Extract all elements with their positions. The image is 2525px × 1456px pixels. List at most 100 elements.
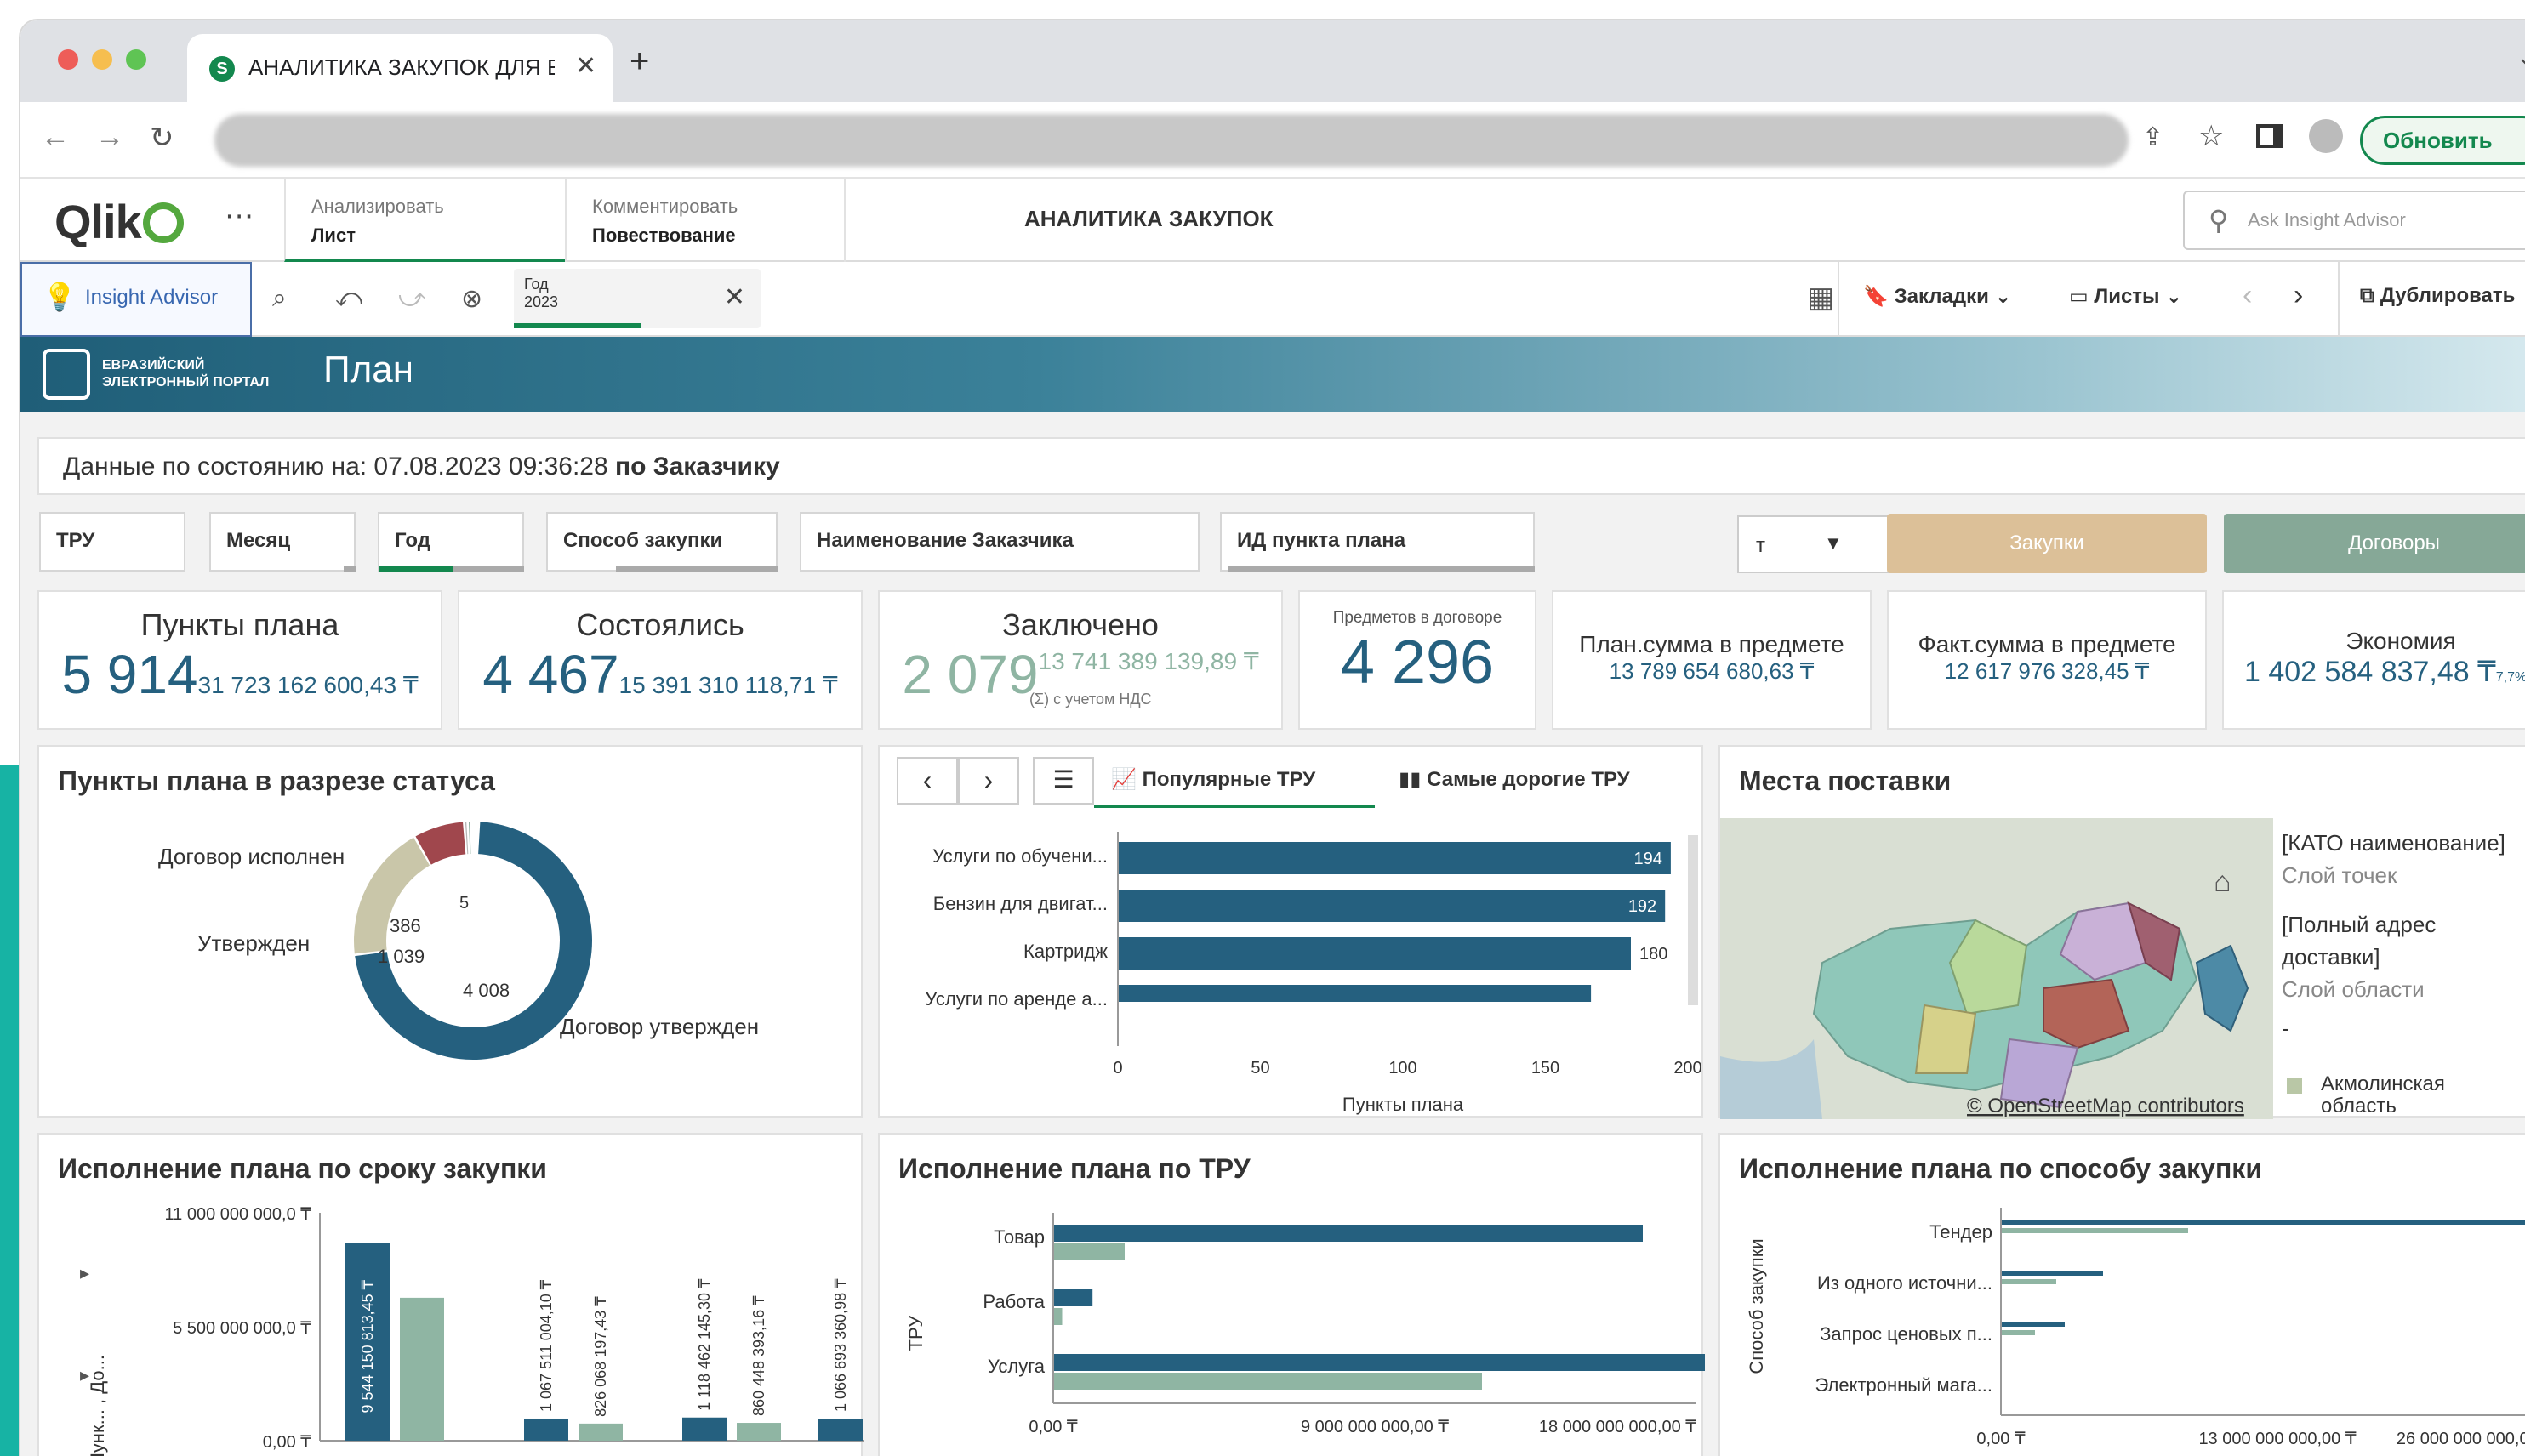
bookmark-star-icon[interactable]: ☆ xyxy=(2198,119,2224,153)
filter-month[interactable]: Месяц xyxy=(209,512,356,572)
expand-icon: ▸ xyxy=(80,1262,89,1283)
bar[interactable] xyxy=(1053,1243,1125,1260)
filter-customer[interactable]: Наименование Заказчика xyxy=(800,512,1200,572)
page-banner: ЕВРАЗИЙСКИЙ ЭЛЕКТРОННЫЙ ПОРТАЛ План xyxy=(20,337,2525,412)
bar[interactable] xyxy=(1053,1289,1093,1306)
bar[interactable] xyxy=(1053,1373,1482,1390)
sheets-button[interactable]: ▭ Листы ⌄ xyxy=(2069,284,2182,309)
insight-search-input[interactable]: Ask Insight Advisor xyxy=(2183,191,2525,250)
duplicate-button[interactable]: ⧉ Дублировать xyxy=(2360,284,2515,308)
category-label: Из одного источни... xyxy=(1817,1272,1992,1294)
scrollbar[interactable] xyxy=(1688,835,1698,1005)
slice-label: 386 xyxy=(390,915,421,936)
map[interactable]: ⌂ © OpenStreetMap contributors xyxy=(1720,818,2273,1119)
chevron-left-icon[interactable]: ‹ xyxy=(897,757,958,805)
bar[interactable] xyxy=(1118,937,1631,970)
url-field[interactable] xyxy=(214,114,2129,167)
clear-selections-icon[interactable]: ⊗ xyxy=(461,284,482,314)
donut-slice[interactable] xyxy=(469,822,471,855)
filter-method[interactable]: Способ закупки xyxy=(546,512,778,572)
filter-tru[interactable]: ТРУ xyxy=(39,512,185,572)
category-label: Работа xyxy=(983,1291,1045,1312)
back-icon[interactable]: ← xyxy=(41,121,70,154)
bookmarks-button[interactable]: 🔖 Закладки ⌄ xyxy=(1863,284,2012,309)
method-chart[interactable]: Способ закупки Тендер Из одного источни...… xyxy=(1720,1194,2525,1456)
bar[interactable] xyxy=(682,1417,727,1441)
selection-chip-year[interactable]: Год 2023 ✕ xyxy=(514,269,761,328)
tab-popular-tru[interactable]: 📈 Популярные ТРУ xyxy=(1094,754,1375,808)
bar[interactable] xyxy=(2001,1279,2056,1284)
address-bar-row: ← → ↻ ⇪ ☆ Обновить xyxy=(20,102,2525,179)
bar[interactable] xyxy=(1118,985,1592,1002)
bar[interactable] xyxy=(400,1297,444,1441)
legend-item: Акмолинская область xyxy=(2321,1073,2445,1118)
new-tab-button[interactable]: + xyxy=(630,43,649,81)
map-attribution[interactable]: © OpenStreetMap contributors xyxy=(1967,1095,2244,1118)
region-shape[interactable] xyxy=(1914,1004,1977,1074)
filter-label: Год xyxy=(395,529,430,552)
update-button[interactable]: Обновить xyxy=(2360,116,2525,165)
grid-icon[interactable]: ▦ xyxy=(1807,281,1834,315)
nav-tab-analyze[interactable]: Анализировать Лист xyxy=(284,179,565,262)
kpi-note: (Σ) с учетом НДС xyxy=(1029,691,1152,708)
tru-chart[interactable]: ТРУ Товар Работа Услуга 0,00 ₸ 9 000 000 000,… xyxy=(880,1194,1705,1456)
close-window-button[interactable] xyxy=(58,49,78,70)
unit-dropdown[interactable]: т ▼ xyxy=(1737,515,1895,573)
home-icon[interactable]: ⌂ xyxy=(2214,866,2231,898)
nav-tab-big-label: Лист xyxy=(311,225,356,246)
share-icon[interactable]: ⇪ xyxy=(2142,122,2163,152)
bar[interactable] xyxy=(1118,890,1666,922)
filter-year[interactable]: Год xyxy=(378,512,524,572)
bar[interactable] xyxy=(2001,1271,2103,1276)
close-icon[interactable]: ✕ xyxy=(724,282,745,312)
bar[interactable] xyxy=(1053,1308,1063,1325)
bar[interactable] xyxy=(1053,1225,1643,1242)
step-forward-icon[interactable]: ⤻ xyxy=(398,284,425,313)
bar[interactable] xyxy=(1053,1354,1705,1371)
donut-chart[interactable]: 4 008 1 039 386 5 Договор исполнен Утвер… xyxy=(39,747,864,1119)
portal-line: ЕВРАЗИЙСКИЙ xyxy=(102,358,205,373)
insight-advisor-button[interactable]: 💡 Insight Advisor xyxy=(20,262,252,337)
chevron-right-icon[interactable]: › xyxy=(958,757,1019,805)
browser-tab[interactable]: S АНАЛИТИКА ЗАКУПОК ДЛЯ Е ✕ xyxy=(187,34,613,102)
tab-list-chevron-icon[interactable]: ⌄ xyxy=(2516,44,2525,71)
sidebar-icon[interactable] xyxy=(2256,124,2283,148)
next-sheet-icon[interactable]: › xyxy=(2294,279,2303,312)
donut-slice[interactable] xyxy=(465,822,469,855)
bar[interactable] xyxy=(2001,1220,2525,1225)
tick-label: 0,00 ₸ xyxy=(1976,1430,2025,1448)
bar[interactable] xyxy=(579,1423,623,1441)
category-label: Электронный мага... xyxy=(1815,1374,1992,1396)
bar[interactable] xyxy=(1118,842,1671,874)
prev-sheet-icon[interactable]: ‹ xyxy=(2243,279,2252,312)
minimize-window-button[interactable] xyxy=(92,49,112,70)
tab-expensive-tru[interactable]: ▮▮ Самые дорогие ТРУ xyxy=(1382,754,1662,808)
tick-label: 13 000 000 000,00 ₸ xyxy=(2198,1430,2356,1448)
reload-icon[interactable]: ↻ xyxy=(150,121,174,155)
close-tab-icon[interactable]: ✕ xyxy=(575,51,596,81)
maximize-window-button[interactable] xyxy=(126,49,146,70)
filter-plan-id[interactable]: ИД пункта плана xyxy=(1220,512,1535,572)
list-icon[interactable]: ☰ xyxy=(1033,757,1094,805)
bar[interactable] xyxy=(737,1423,781,1441)
smart-search-icon[interactable]: ⌕ xyxy=(272,284,287,313)
bar[interactable] xyxy=(524,1418,568,1441)
profile-avatar[interactable] xyxy=(2309,119,2343,153)
nav-tab-narrate[interactable]: Комментировать Повествование xyxy=(565,179,846,262)
bar[interactable] xyxy=(818,1419,863,1441)
lightbulb-icon: 💡 xyxy=(43,282,77,312)
kpi-title: План.сумма в предмете xyxy=(1579,631,1844,657)
forward-icon[interactable]: → xyxy=(95,121,124,154)
procurements-button[interactable]: Закупки xyxy=(1887,514,2207,573)
portal-line: ЭЛЕКТРОННЫЙ ПОРТАЛ xyxy=(102,375,270,390)
data-label: 1 067 511 004,10 ₸ xyxy=(538,1279,555,1412)
more-menu-icon[interactable]: ⋯ xyxy=(225,199,254,233)
period-chart[interactable]: ▸▸Пунк... , До...11 000 000 000,0 ₸5 500… xyxy=(39,1194,864,1456)
top-tru-chart[interactable]: Услуги по обучени... 194 Бензин для двигат… xyxy=(880,815,1705,1118)
step-back-icon[interactable]: ⤺ xyxy=(335,284,362,313)
bar[interactable] xyxy=(2001,1322,2065,1327)
bar[interactable] xyxy=(2001,1330,2035,1335)
search-icon: ⚲ xyxy=(2209,205,2229,236)
bar[interactable] xyxy=(2001,1228,2188,1233)
contracts-button[interactable]: Договоры xyxy=(2224,514,2525,573)
